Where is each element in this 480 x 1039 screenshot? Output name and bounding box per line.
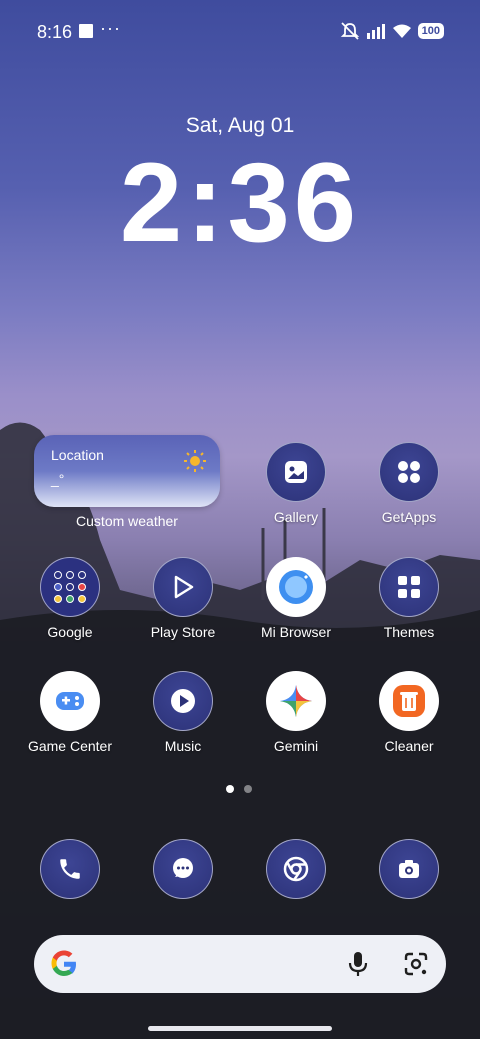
weather-temperature: _° — [51, 471, 65, 487]
date-display: Sat, Aug 01 — [185, 114, 295, 137]
app-label: Cleaner — [384, 738, 434, 754]
google-g-icon — [51, 950, 76, 976]
messages-icon — [153, 839, 213, 899]
play-store-icon — [153, 557, 213, 617]
app-label: Gallery — [273, 509, 319, 525]
chrome-icon — [266, 839, 326, 899]
battery-icon: 100 — [417, 23, 444, 39]
dock-phone[interactable] — [14, 839, 126, 899]
app-game-center[interactable]: Game Center — [14, 671, 126, 754]
cleaner-icon — [379, 671, 439, 731]
signal-icon — [366, 24, 385, 39]
gemini-icon — [266, 671, 326, 731]
google-lens-icon[interactable] — [403, 951, 429, 977]
app-play-store[interactable]: Play Store — [127, 557, 239, 640]
app-gemini[interactable]: Gemini — [240, 671, 352, 754]
camera-icon — [379, 839, 439, 899]
app-label: Music — [164, 738, 202, 754]
app-label: Game Center — [27, 738, 113, 754]
dock-camera[interactable] — [353, 839, 465, 899]
getapps-icon — [379, 442, 439, 502]
weather-location: Location — [51, 447, 104, 463]
page-indicator[interactable] — [226, 785, 252, 793]
app-gallery[interactable]: Gallery — [240, 442, 352, 525]
app-getapps[interactable]: GetApps — [353, 442, 465, 525]
app-label: Play Store — [150, 624, 216, 640]
page-dot-active[interactable] — [226, 785, 234, 793]
status-time: 8:16 — [37, 22, 73, 42]
microphone-icon[interactable] — [346, 950, 370, 978]
app-label: Mi Browser — [260, 624, 331, 640]
app-cleaner[interactable]: Cleaner — [353, 671, 465, 754]
notification-icon — [79, 24, 93, 38]
dock-messages[interactable] — [127, 839, 239, 899]
status-bar: 8:16 ··· 100 — [0, 0, 480, 64]
wifi-icon — [392, 24, 411, 38]
folder-google[interactable]: Google — [14, 557, 126, 640]
app-label: Google — [47, 624, 93, 640]
app-mi-browser[interactable]: Mi Browser — [240, 557, 352, 640]
themes-icon — [379, 557, 439, 617]
app-label: Themes — [383, 624, 435, 640]
game-center-icon — [40, 671, 100, 731]
app-label: GetApps — [381, 509, 437, 525]
gesture-navigation-bar[interactable] — [148, 1026, 332, 1031]
gallery-icon — [266, 442, 326, 502]
music-icon — [153, 671, 213, 731]
app-themes[interactable]: Themes — [353, 557, 465, 640]
page-dot[interactable] — [244, 785, 252, 793]
google-folder-icon — [40, 557, 100, 617]
google-search-bar[interactable] — [34, 935, 446, 993]
sun-icon — [184, 450, 206, 472]
phone-icon — [40, 839, 100, 899]
more-notifications-icon: ··· — [100, 18, 121, 38]
weather-widget-label: Custom weather — [76, 513, 178, 529]
app-music[interactable]: Music — [127, 671, 239, 754]
mi-browser-icon — [266, 557, 326, 617]
weather-widget[interactable]: Location _° — [34, 435, 220, 507]
app-label: Gemini — [273, 738, 319, 754]
clock-display[interactable]: 2:36 — [0, 138, 480, 268]
silent-bell-icon — [340, 22, 359, 40]
dock-chrome[interactable] — [240, 839, 352, 899]
